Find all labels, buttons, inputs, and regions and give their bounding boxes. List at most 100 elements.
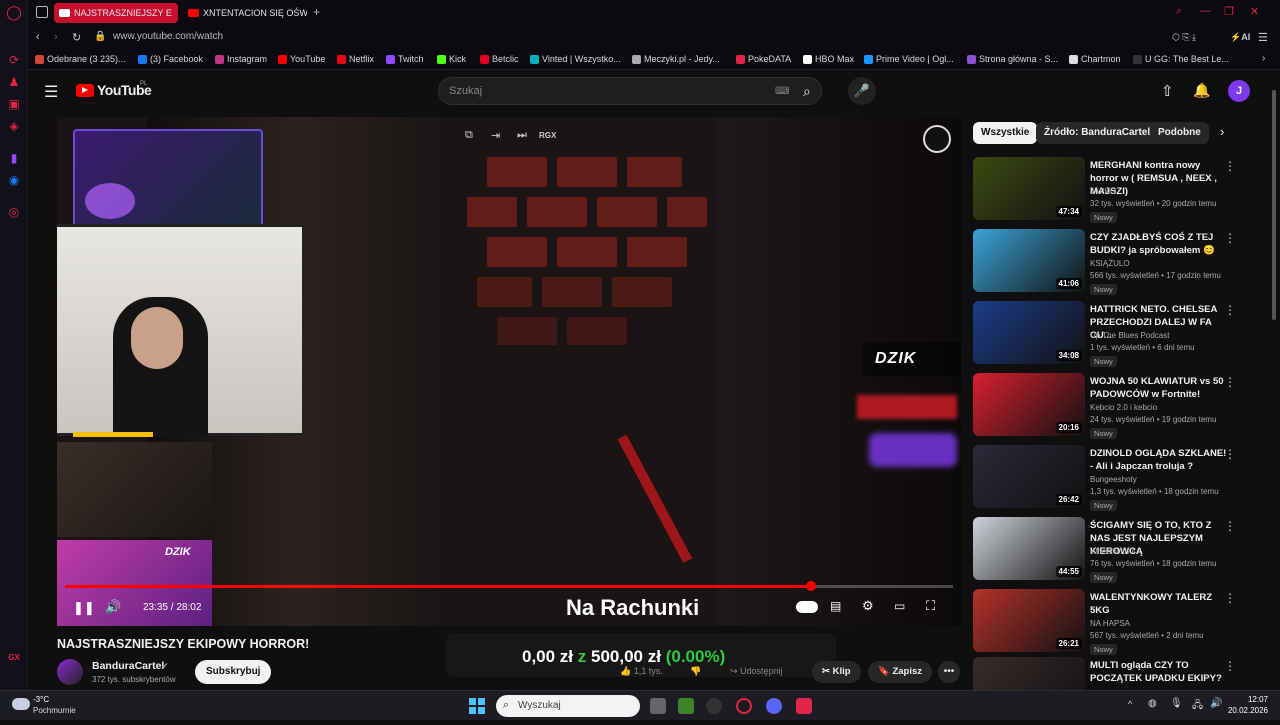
bookmark-prime[interactable]: Prime Video | Ogl...: [864, 54, 954, 64]
rec-item[interactable]: 26:42 DZINOLD OGLĄDA SZKLANE! - Ali i Jap…: [973, 445, 1248, 513]
gx-logo-icon[interactable]: GX: [6, 650, 22, 666]
url-field[interactable]: www.youtube.com/watch: [113, 31, 223, 42]
rec-menu-icon[interactable]: ⋮: [1224, 375, 1236, 389]
minecraft-icon[interactable]: [678, 698, 694, 714]
rec-channel[interactable]: Bungeeshoty: [1090, 475, 1137, 484]
rec-item[interactable]: 44:55 ŚCIGAMY SIĘ O TO, KTO Z NAS JEST NA…: [973, 517, 1248, 585]
twitch-icon[interactable]: ▮: [6, 150, 22, 166]
pause-icon[interactable]: ❚❚: [73, 600, 95, 616]
instagram-icon[interactable]: ◎: [6, 204, 22, 220]
gx-player-icon[interactable]: ◈: [6, 118, 22, 134]
app-icon[interactable]: [796, 698, 812, 714]
video-player[interactable]: DZIK DZIK ⧉ ⇥ ⏭ RGX ❚❚ 🔊 23:35 / 28:02 N…: [57, 117, 961, 626]
gx-control-icon[interactable]: ⟳: [6, 52, 22, 68]
settings-icon[interactable]: ⚙: [862, 598, 874, 614]
bookmark-gmail[interactable]: Odebrane (3 235)...: [35, 54, 126, 64]
extensions-icon[interactable]: ⬡ ⎘ ⤓: [1172, 32, 1196, 43]
rec-menu-icon[interactable]: ⋮: [1224, 659, 1236, 673]
fullscreen-icon[interactable]: ⛶: [926, 598, 935, 614]
rec-thumbnail[interactable]: 26:21: [973, 589, 1085, 652]
page-scrollbar[interactable]: [1272, 90, 1276, 320]
search-box[interactable]: Szukaj ⌨ ⌕: [438, 77, 822, 105]
bookmark-pokedata[interactable]: PokeDATA: [736, 54, 791, 64]
steam-icon[interactable]: [706, 698, 722, 714]
bookmark-facebook[interactable]: (3) Facebook: [138, 54, 203, 64]
network-icon[interactable]: 🖧: [1192, 698, 1203, 715]
dislike-icon[interactable]: 👎: [690, 666, 701, 677]
subscribe-button[interactable]: Subskrybuj: [195, 660, 272, 684]
opera-gx-icon[interactable]: [736, 698, 752, 714]
ai-icon[interactable]: ⚡AI: [1230, 32, 1250, 43]
taskbar-search[interactable]: ⌕ Wyszukaj: [496, 695, 640, 717]
rec-menu-icon[interactable]: ⋮: [1224, 159, 1236, 173]
rec-title[interactable]: CZY ZJADŁBYŚ COŚ Z TEJ BUDKI? ja spróbow…: [1090, 231, 1228, 257]
bookmark-strona[interactable]: Strona główna - S...: [967, 54, 1058, 64]
rec-title[interactable]: WALENTYNKOWY TALERZ 5KG: [1090, 591, 1228, 617]
rec-item[interactable]: 34:08 HATTRICK NETO. CHELSEA PRZECHODZI D…: [973, 301, 1248, 369]
forward-icon[interactable]: ›: [54, 31, 58, 43]
like-button[interactable]: 👍 1,1 tys.: [620, 666, 663, 677]
reload-icon[interactable]: ↻: [72, 31, 81, 44]
back-icon[interactable]: ‹: [36, 31, 40, 43]
volume-tray-icon[interactable]: 🔊: [1210, 698, 1222, 709]
rec-channel[interactable]: KSIĄŻULO: [1090, 259, 1130, 268]
cast-icon[interactable]: ⇥: [491, 129, 500, 142]
rec-menu-icon[interactable]: ⋮: [1224, 519, 1236, 533]
discord-icon[interactable]: [766, 698, 782, 714]
rec-item[interactable]: 26:21 WALENTYNKOWY TALERZ 5KG ⋮ NA HAPSA 567…: [973, 589, 1248, 657]
rec-menu-icon[interactable]: ⋮: [1224, 447, 1236, 461]
chip-source[interactable]: Źródło: BanduraCartel: [1036, 122, 1159, 144]
progress-knob[interactable]: [805, 581, 816, 591]
bookmark-instagram[interactable]: Instagram: [215, 54, 267, 64]
hamburger-menu-icon[interactable]: ☰: [44, 82, 58, 102]
bookmark-hbo[interactable]: HBO Max: [803, 54, 854, 64]
bookmarks-more-icon[interactable]: ›: [1262, 53, 1265, 64]
new-tab-icon[interactable]: +: [313, 5, 320, 19]
rec-channel[interactable]: JAPKO: [1090, 187, 1116, 196]
upload-icon[interactable]: ⇧: [1161, 82, 1174, 100]
bookmark-chartmon[interactable]: Chartmon: [1069, 54, 1121, 64]
rec-channel[interactable]: NA HAPSA: [1090, 619, 1130, 628]
bookmark-kick[interactable]: Kick: [437, 54, 466, 64]
rec-thumbnail[interactable]: 34:08: [973, 301, 1085, 364]
rec-thumbnail[interactable]: 20:16: [973, 373, 1085, 436]
youtube-logo-icon[interactable]: [76, 84, 94, 97]
rec-title[interactable]: DZINOLD OGLĄDA SZKLANE! - Ali i Japczan …: [1090, 447, 1228, 473]
channel-avatar[interactable]: [57, 659, 83, 685]
bookmark-youtube[interactable]: YouTube: [278, 54, 325, 64]
chips-next-icon[interactable]: ›: [1220, 124, 1224, 139]
search-tabs-icon[interactable]: ⌕: [1176, 5, 1182, 18]
rec-menu-icon[interactable]: ⋮: [1224, 231, 1236, 245]
progress-track[interactable]: [65, 581, 953, 591]
search-icon[interactable]: ⌕: [803, 83, 811, 100]
rec-channel[interactable]: Kebcio 2.0 i kebcio: [1090, 403, 1157, 412]
search-input[interactable]: Szukaj: [449, 85, 482, 97]
rec-thumbnail[interactable]: 41:06: [973, 229, 1085, 292]
tab-menu-icon[interactable]: [36, 6, 48, 18]
weather-icon[interactable]: [12, 698, 30, 710]
rec-menu-icon[interactable]: ⋮: [1224, 303, 1236, 317]
close-icon[interactable]: ✕: [1250, 5, 1259, 18]
wifi-icon[interactable]: ◍: [1148, 698, 1157, 709]
rec-title[interactable]: MULTI ogląda CZY TO POCZĄTEK UPADKU EKIP…: [1090, 659, 1228, 685]
bookmark-netflix[interactable]: Netflix: [337, 54, 374, 64]
rec-item[interactable]: 47:34 MERGHANI kontra nowy horror w ( REM…: [973, 157, 1248, 225]
rec-item[interactable]: 20:16 WOJNA 50 KLAWIATUR vs 50 PADOWCÓW w…: [973, 373, 1248, 441]
rec-channel[interactable]: Up The Blues Podcast: [1090, 331, 1169, 340]
bookmark-ugg[interactable]: U GG: The Best Le...: [1133, 54, 1229, 64]
next-icon[interactable]: ⏭: [517, 129, 527, 142]
tab-active[interactable]: NAJSTRASZNIEJSZY E: [54, 3, 178, 23]
messenger-icon[interactable]: ◉: [6, 172, 22, 188]
gx-corner-icon[interactable]: ♟: [6, 74, 22, 90]
chip-all[interactable]: Wszystkie: [973, 122, 1038, 144]
rec-thumbnail[interactable]: 47:34: [973, 157, 1085, 220]
rgx-label[interactable]: RGX: [539, 131, 556, 140]
miniplayer-icon[interactable]: ⧉: [465, 129, 473, 142]
windows-start-icon[interactable]: [469, 698, 485, 714]
rec-channel[interactable]: Wheel with it.: [1090, 547, 1138, 556]
share-button[interactable]: ↪ Udostępnij: [730, 666, 783, 677]
clock-time[interactable]: 12:07: [1222, 695, 1268, 704]
save-button[interactable]: 🔖 Zapisz: [868, 661, 933, 683]
gx-store-icon[interactable]: ▣: [6, 96, 22, 112]
maximize-icon[interactable]: ❐: [1224, 5, 1234, 18]
